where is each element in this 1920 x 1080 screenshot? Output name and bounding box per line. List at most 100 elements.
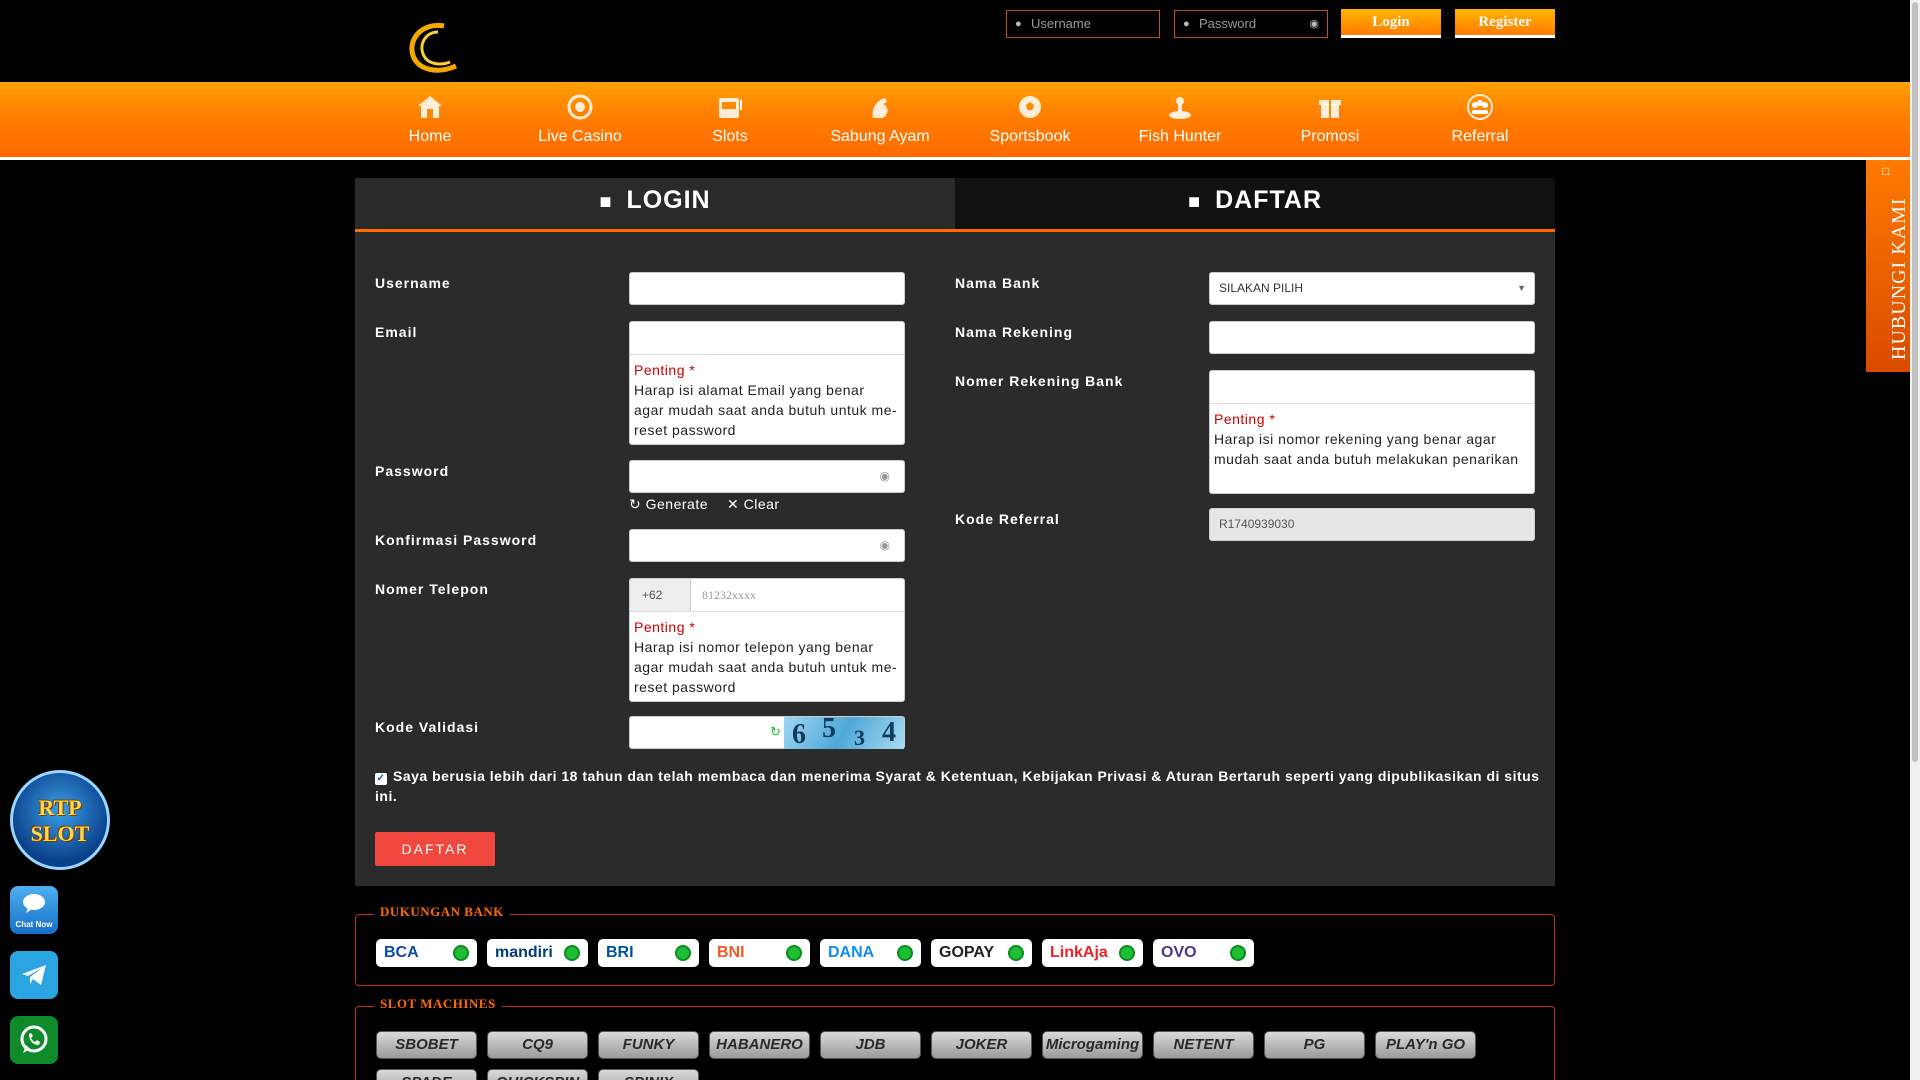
slot-provider-logo[interactable]: JDB xyxy=(820,1031,921,1059)
email-note: Penting * Harap isi alamat Email yang be… xyxy=(634,362,898,438)
confirm-password-input[interactable]: ◉ xyxy=(629,529,905,562)
slot-machine-icon xyxy=(719,98,742,118)
login-button[interactable]: Login xyxy=(1341,9,1441,38)
captcha-input[interactable]: ↻ 6 5 3 4 xyxy=(629,716,905,749)
slot-provider-logos: SBOBET CQ9 FUNKY GAMES HABANERO JDB JOKER Micr… xyxy=(376,1031,1556,1080)
bank-name: mandiri xyxy=(495,944,553,961)
online-status-icon xyxy=(897,945,913,961)
whatsapp-button[interactable] xyxy=(10,1016,58,1064)
header-password-input[interactable]: ● Password ◉ xyxy=(1174,10,1328,38)
bank-name: BNI xyxy=(717,944,745,961)
site-logo[interactable] xyxy=(404,22,466,74)
account-number-input[interactable] xyxy=(1210,371,1534,404)
nav-item-slots[interactable]: Slots xyxy=(655,82,805,157)
nav-item-live-casino[interactable]: Live Casino xyxy=(505,82,655,157)
slot-provider-logo[interactable]: PLAY'n GO xyxy=(1375,1031,1476,1059)
rooster-icon xyxy=(872,98,888,118)
phone-placeholder: 81232xxxx xyxy=(702,588,756,602)
nav-item-sabung-ayam[interactable]: Sabung Ayam xyxy=(805,82,955,157)
nav-item-home[interactable]: Home xyxy=(355,82,505,157)
bank-name: BRI xyxy=(606,944,634,961)
email-field: Penting * Harap isi alamat Email yang be… xyxy=(629,321,905,445)
referral-label: Kode Referral xyxy=(955,511,1060,527)
slot-provider-logo[interactable]: JOKER xyxy=(931,1031,1032,1059)
phone-field: +62 81232xxxx Penting * Harap isi nomor … xyxy=(629,578,905,702)
telegram-icon xyxy=(22,965,46,985)
slot-provider-logo[interactable]: CQ9 xyxy=(487,1031,588,1059)
nav-item-fish-hunter[interactable]: Fish Hunter xyxy=(1105,82,1255,157)
eye-icon[interactable]: ◉ xyxy=(880,538,890,552)
user-icon: ● xyxy=(1015,18,1022,30)
chat-now-button[interactable]: Chat Now xyxy=(10,886,58,934)
account-note: Penting * Harap isi nomor rekening yang … xyxy=(1214,411,1519,467)
nav-item-referral[interactable]: Referral xyxy=(1405,82,1555,157)
bank-support-legend: DUKUNGAN BANK xyxy=(374,904,510,920)
rtp-slot-badge[interactable]: RTP SLOT xyxy=(10,770,110,870)
slot-provider-logo[interactable]: FUNKY GAMES xyxy=(598,1031,699,1059)
password-input[interactable]: ◉ xyxy=(629,460,905,493)
bank-logo-ovo[interactable]: OVO xyxy=(1153,939,1254,967)
fish-icon xyxy=(1169,97,1191,119)
roulette-icon xyxy=(567,94,593,120)
gift-icon xyxy=(1319,100,1341,118)
account-name-input[interactable] xyxy=(1209,321,1535,354)
eye-icon[interactable]: ◉ xyxy=(1309,11,1319,37)
slot-provider-logo[interactable]: HABANERO xyxy=(709,1031,810,1059)
telegram-button[interactable] xyxy=(10,951,58,999)
slot-provider-logo[interactable]: SPADE xyxy=(376,1069,477,1080)
username-input[interactable] xyxy=(629,272,905,305)
captcha-label: Kode Validasi xyxy=(375,719,480,735)
email-label: Email xyxy=(375,324,418,340)
tab-daftar[interactable]: ■ DAFTAR xyxy=(955,178,1555,232)
clear-password-button[interactable]: ✕ Clear xyxy=(727,496,780,513)
bank-logo-bni[interactable]: BNI xyxy=(709,939,810,967)
register-button[interactable]: Register xyxy=(1455,9,1555,38)
contact-us-tab[interactable]: □ HUBUNGI KAMI xyxy=(1866,160,1910,372)
tab-login[interactable]: ■ LOGIN xyxy=(355,178,955,232)
email-input[interactable] xyxy=(630,322,904,355)
bank-select[interactable]: SILAKAN PILIH ▼ xyxy=(1209,272,1535,305)
auth-tabs: ■ LOGIN ■ DAFTAR xyxy=(355,178,1555,232)
bank-logo-bri[interactable]: BRI xyxy=(598,939,699,967)
chevron-down-icon: ▼ xyxy=(1517,283,1526,293)
generate-password-button[interactable]: ↻ Generate xyxy=(629,496,708,513)
bank-logo-dana[interactable]: DANA xyxy=(820,939,921,967)
online-status-icon xyxy=(675,945,691,961)
register-form: Username Email Penting * Harap isi alama… xyxy=(355,232,1555,886)
slot-provider-logo[interactable]: SBOBET xyxy=(376,1031,477,1059)
bank-logo-gopay[interactable]: GOPAY xyxy=(931,939,1032,967)
eye-icon[interactable]: ◉ xyxy=(880,469,890,483)
daftar-submit-button[interactable]: DAFTAR xyxy=(375,832,495,866)
account-name-label: Nama Rekening xyxy=(955,324,1074,340)
account-number-label: Nomer Rekening Bank xyxy=(955,373,1124,389)
lock-icon: ● xyxy=(1183,18,1190,30)
header-username-input[interactable]: ● Username xyxy=(1006,10,1160,38)
soccer-ball-icon xyxy=(1019,96,1041,118)
slot-machines-legend: SLOT MACHINES xyxy=(374,996,502,1012)
phone-input[interactable]: +62 81232xxxx xyxy=(630,579,904,612)
slot-provider-logo[interactable]: PG xyxy=(1264,1031,1365,1059)
page-scrollbar[interactable] xyxy=(1910,0,1920,1080)
bank-name: OVO xyxy=(1161,944,1197,961)
slot-provider-logo[interactable]: QUICKSPIN xyxy=(487,1069,588,1080)
account-number-field: Penting * Harap isi nomor rekening yang … xyxy=(1209,370,1535,494)
slot-provider-logo[interactable]: Microgaming xyxy=(1042,1031,1143,1059)
slot-provider-logo[interactable]: NETENT xyxy=(1153,1031,1254,1059)
online-status-icon xyxy=(1119,945,1135,961)
scrollbar-thumb[interactable] xyxy=(1912,2,1918,762)
nav-item-sportsbook[interactable]: Sportsbook xyxy=(955,82,1105,157)
agree-terms: ✓ Saya berusia lebih dari 18 tahun dan te… xyxy=(375,768,1540,804)
agree-checkbox[interactable]: ✓ xyxy=(375,773,387,785)
nav-item-promosi[interactable]: Promosi xyxy=(1255,82,1405,157)
whatsapp-icon xyxy=(20,1025,48,1053)
slot-provider-logo[interactable]: SPINIX xyxy=(598,1069,699,1080)
refresh-icon[interactable]: ↻ xyxy=(770,724,781,740)
bank-logo-mandiri[interactable]: mandiri xyxy=(487,939,588,967)
bank-logo-bca[interactable]: BCA xyxy=(376,939,477,967)
chat-icon: □ xyxy=(1882,164,1890,178)
referral-input[interactable]: R1740939030 xyxy=(1209,508,1535,541)
confirm-password-label: Konfirmasi Password xyxy=(375,532,538,548)
bank-logo-linkaja[interactable]: LinkAja xyxy=(1042,939,1143,967)
bank-name: BCA xyxy=(384,944,419,961)
top-bar: ● Username ● Password ◉ Login Register xyxy=(0,0,1910,82)
